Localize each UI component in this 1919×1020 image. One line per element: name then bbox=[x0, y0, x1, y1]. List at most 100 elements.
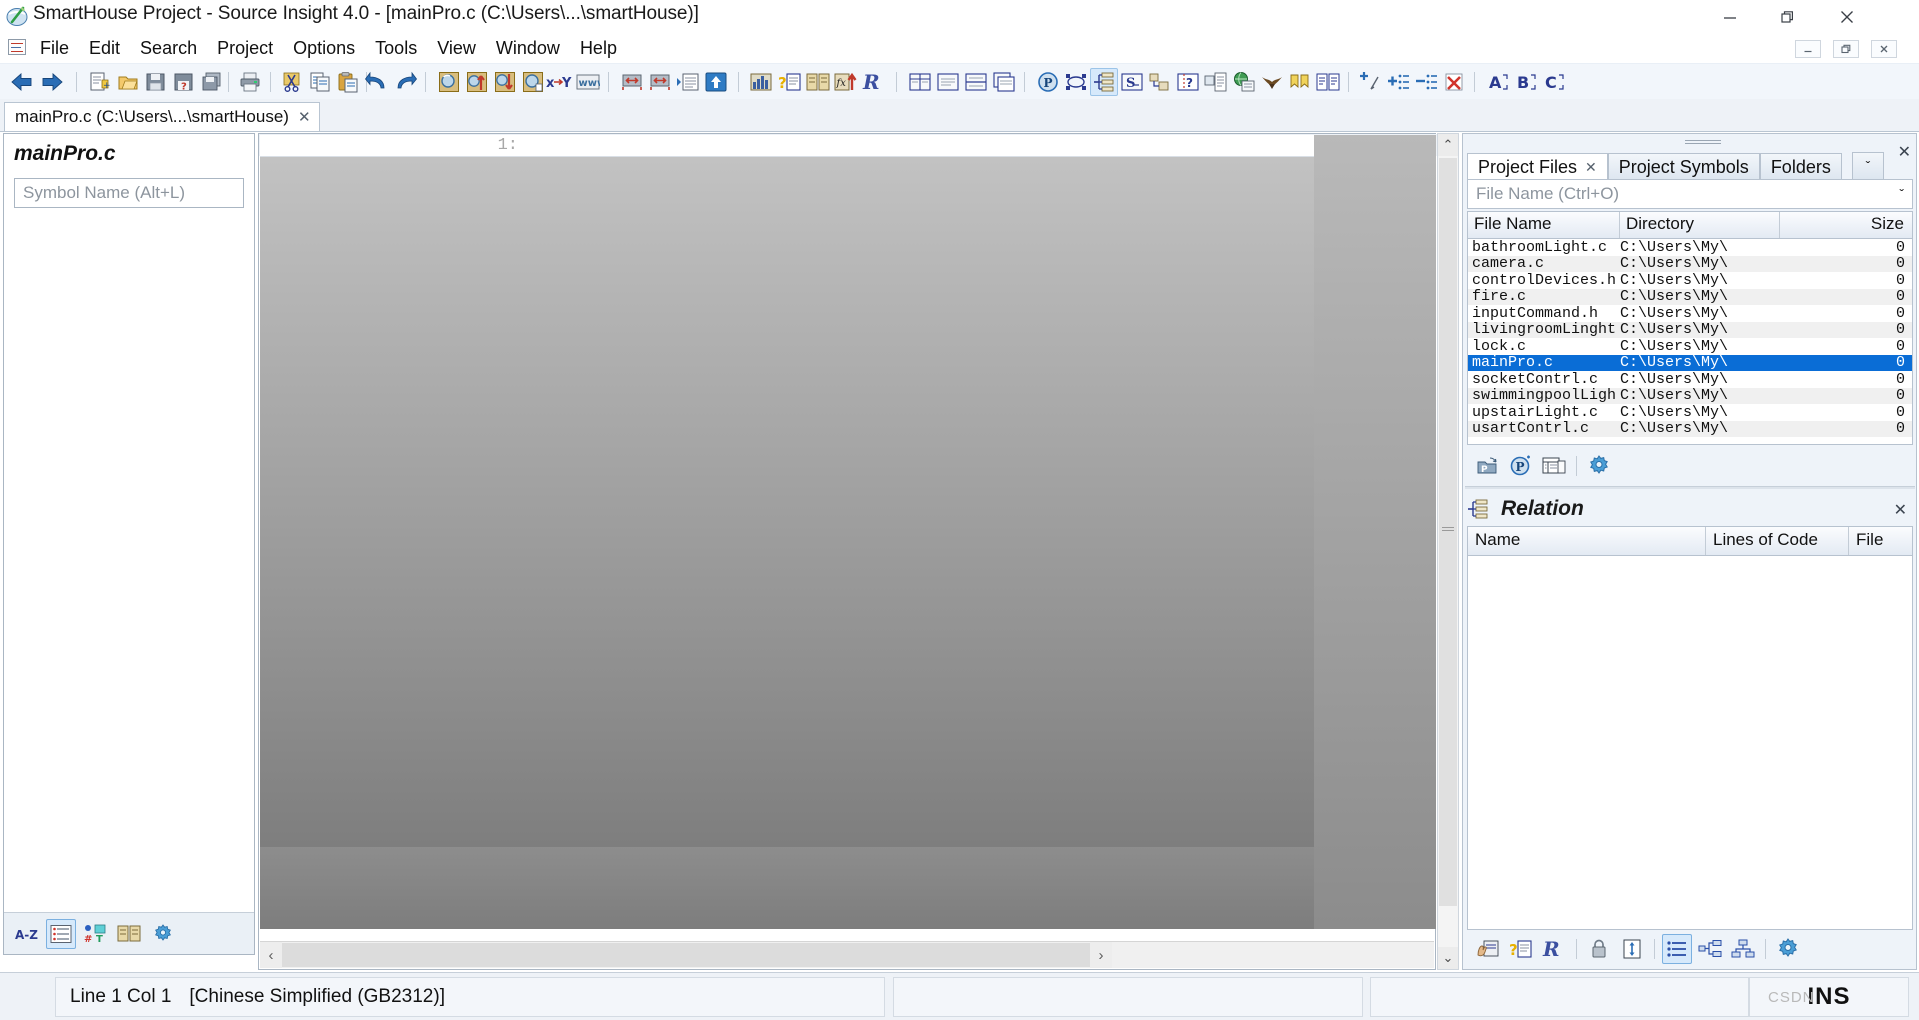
table-row[interactable]: lock.c C:\Users\My\ 0 bbox=[1468, 338, 1912, 355]
symbol-types-button[interactable]: # T bbox=[80, 919, 110, 949]
search-button[interactable] bbox=[435, 68, 463, 96]
expand-all-button[interactable] bbox=[1384, 68, 1412, 96]
save-file-button[interactable] bbox=[142, 68, 170, 96]
table-row[interactable]: livingroomLinght C:\Users\My\ 0 bbox=[1468, 321, 1912, 338]
forward-button[interactable] bbox=[38, 68, 66, 96]
redo-button[interactable] bbox=[391, 68, 419, 96]
split-window-button[interactable] bbox=[906, 68, 934, 96]
dock-drag-grip-icon[interactable] bbox=[1685, 140, 1721, 146]
vertical-scroll-thumb[interactable] bbox=[1439, 158, 1457, 906]
back-button[interactable] bbox=[8, 68, 36, 96]
window-maximize-button[interactable] bbox=[1759, 0, 1817, 33]
scroll-up-button[interactable]: ⌃ bbox=[1438, 134, 1458, 156]
jump-forward-button[interactable] bbox=[646, 68, 674, 96]
web-search-button[interactable]: www bbox=[574, 68, 602, 96]
cut-button[interactable] bbox=[278, 68, 306, 96]
relation-refresh-button[interactable] bbox=[1617, 934, 1647, 964]
tab-project-symbols[interactable]: Project Symbols bbox=[1607, 153, 1760, 180]
document-tab-mainpro-c[interactable]: mainPro.c (C:\Users\...\smartHouse) ✕ bbox=[4, 102, 320, 131]
add-file-to-project-button[interactable]: P bbox=[1473, 451, 1503, 481]
font-a-button[interactable]: A bbox=[1484, 68, 1512, 96]
relation-outline-view-button[interactable] bbox=[1662, 934, 1692, 964]
reference-book-button[interactable] bbox=[804, 68, 832, 96]
search-forward-button[interactable] bbox=[491, 68, 519, 96]
project-settings-gear-button[interactable] bbox=[1584, 451, 1614, 481]
close-icon[interactable]: ✕ bbox=[1585, 159, 1597, 176]
relation-hand-button[interactable] bbox=[1473, 934, 1503, 964]
mdi-minimize-button[interactable] bbox=[1795, 40, 1821, 58]
mdi-system-menu-icon[interactable] bbox=[8, 39, 26, 55]
menu-item-help[interactable]: Help bbox=[570, 37, 627, 60]
font-c-button[interactable]: C bbox=[1540, 68, 1568, 96]
table-row[interactable]: camera.c C:\Users\My\ 0 bbox=[1468, 255, 1912, 272]
menu-item-file[interactable]: File bbox=[30, 37, 79, 60]
search-backward-button[interactable] bbox=[463, 68, 491, 96]
column-header-directory[interactable]: Directory bbox=[1620, 212, 1780, 238]
jump-back-button[interactable] bbox=[618, 68, 646, 96]
add-bookmark-button[interactable] bbox=[1356, 68, 1384, 96]
symbol-info-button[interactable]: S bbox=[1118, 68, 1146, 96]
close-icon[interactable]: ✕ bbox=[298, 108, 311, 126]
clear-bookmarks-button[interactable] bbox=[1440, 68, 1468, 96]
print-button[interactable] bbox=[236, 68, 264, 96]
menu-item-options[interactable]: Options bbox=[283, 37, 365, 60]
symbol-list[interactable] bbox=[5, 216, 253, 911]
status-insert-mode[interactable]: CSDN INS bbox=[1749, 977, 1909, 1017]
horizontal-split-button[interactable] bbox=[962, 68, 990, 96]
function-up-button[interactable]: fx bbox=[832, 68, 860, 96]
column-header-size[interactable]: Size bbox=[1780, 212, 1910, 238]
table-row[interactable]: controlDevices.h C:\Users\My\ 0 bbox=[1468, 272, 1912, 289]
new-file-button[interactable]: + bbox=[86, 68, 114, 96]
tab-project-files[interactable]: Project Files ✕ bbox=[1467, 153, 1608, 180]
save-as-button[interactable]: ? bbox=[170, 68, 198, 96]
toggle-contexts-button[interactable] bbox=[1090, 68, 1118, 96]
column-header-name[interactable]: Name bbox=[1468, 527, 1706, 555]
smart-rename-button[interactable]: R bbox=[860, 68, 888, 96]
dock-close-button[interactable]: ✕ bbox=[1898, 142, 1911, 162]
table-row[interactable]: swimmingpoolLigh C:\Users\My\ 0 bbox=[1468, 387, 1912, 404]
table-row[interactable]: inputCommand.h C:\Users\My\ 0 bbox=[1468, 305, 1912, 322]
symbol-options-gear-button[interactable] bbox=[148, 919, 178, 949]
table-row[interactable]: fire.c C:\Users\My\ 0 bbox=[1468, 288, 1912, 305]
single-window-button[interactable] bbox=[934, 68, 962, 96]
mdi-close-button[interactable] bbox=[1871, 40, 1897, 58]
collapse-all-button[interactable] bbox=[1412, 68, 1440, 96]
relation-help-button[interactable]: ? bbox=[1506, 934, 1536, 964]
tab-overflow-button[interactable]: ˇ bbox=[1852, 152, 1884, 179]
chevron-down-icon[interactable]: ˇ bbox=[1899, 186, 1904, 202]
file-name-filter-input[interactable]: File Name (Ctrl+O) ˇ bbox=[1467, 179, 1913, 209]
search-files-button[interactable] bbox=[519, 68, 547, 96]
relation-vertical-graph-button[interactable] bbox=[1728, 934, 1758, 964]
project-report-button[interactable] bbox=[1539, 451, 1569, 481]
duplicate-window-button[interactable] bbox=[990, 68, 1018, 96]
menu-item-project[interactable]: Project bbox=[207, 37, 283, 60]
menu-item-edit[interactable]: Edit bbox=[79, 37, 130, 60]
toggle-symbol-window-button[interactable] bbox=[1062, 68, 1090, 96]
window-close-button[interactable] bbox=[1817, 0, 1877, 33]
table-row[interactable]: socketContrl.c C:\Users\My\ 0 bbox=[1468, 371, 1912, 388]
symbol-outline-button[interactable] bbox=[46, 918, 76, 949]
compare-files-button[interactable] bbox=[1314, 68, 1342, 96]
project-files-table[interactable]: File Name Directory Size bathroomLight.c… bbox=[1467, 211, 1913, 445]
editor-text-area[interactable] bbox=[260, 157, 1314, 847]
dock-panel-divider[interactable] bbox=[1465, 486, 1915, 489]
replace-button[interactable]: x Y bbox=[545, 68, 573, 96]
scroll-right-button[interactable]: › bbox=[1090, 942, 1112, 968]
tab-folders[interactable]: Folders bbox=[1759, 153, 1842, 180]
editor-horizontal-scrollbar[interactable]: ‹ › bbox=[260, 941, 1434, 968]
relation-rename-button[interactable]: R bbox=[1539, 934, 1569, 964]
browse-project-symbols-button[interactable] bbox=[748, 68, 776, 96]
menu-item-search[interactable]: Search bbox=[130, 37, 207, 60]
window-minimize-button[interactable] bbox=[1701, 0, 1759, 33]
menu-item-view[interactable]: View bbox=[427, 37, 486, 60]
table-row[interactable]: bathroomLight.c C:\Users\My\ 0 bbox=[1468, 239, 1912, 256]
symbol-reference-book-button[interactable] bbox=[114, 919, 144, 949]
relation-close-button[interactable]: ✕ bbox=[1894, 500, 1907, 520]
menu-item-window[interactable]: Window bbox=[486, 37, 570, 60]
scroll-left-button[interactable]: ‹ bbox=[260, 942, 282, 968]
column-header-lines-of-code[interactable]: Lines of Code bbox=[1706, 527, 1849, 555]
symbol-search-input[interactable]: Symbol Name (Alt+L) bbox=[14, 178, 244, 208]
copy-button[interactable] bbox=[306, 68, 334, 96]
table-row[interactable]: upstairLight.c C:\Users\My\ 0 bbox=[1468, 404, 1912, 421]
jump-to-caller-button[interactable] bbox=[702, 68, 730, 96]
